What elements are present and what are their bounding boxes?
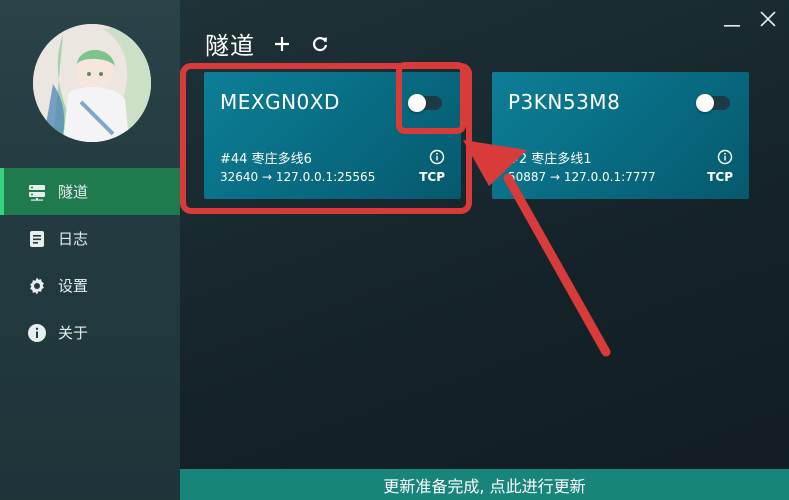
refresh-icon: [312, 36, 328, 51]
sidebar-item-tunnels[interactable]: 隧道: [0, 168, 180, 215]
close-icon: [760, 11, 776, 27]
window-controls: [721, 8, 779, 30]
minimize-icon: [724, 25, 740, 27]
gear-icon: [26, 275, 48, 297]
tunnel-protocol: TCP: [419, 170, 445, 184]
sidebar-item-about[interactable]: 关于: [0, 309, 180, 356]
update-bar-text: 更新准备完成, 点此进行更新: [383, 476, 586, 496]
tunnel-name: MEXGN0XD: [220, 90, 340, 114]
sidebar: 隧道 日志 设置 关于: [0, 0, 180, 500]
add-tunnel-button[interactable]: [271, 33, 293, 55]
update-bar[interactable]: 更新准备完成, 点此进行更新: [180, 469, 789, 500]
avatar[interactable]: [33, 24, 151, 142]
app-window: 隧道 日志 设置 关于 隧道 MEXGN0XD #44 枣庄多线6 32640 …: [0, 0, 789, 500]
tunnel-protocol: TCP: [707, 170, 733, 184]
sidebar-item-settings[interactable]: 设置: [0, 262, 180, 309]
main-panel: 隧道 MEXGN0XD #44 枣庄多线6 32640 → 127.0.0.1:…: [180, 0, 789, 500]
info-icon[interactable]: [429, 149, 445, 165]
sidebar-item-logs[interactable]: 日志: [0, 215, 180, 262]
page-title: 隧道: [205, 32, 255, 60]
refresh-button[interactable]: [309, 33, 331, 55]
toggle-knob: [408, 94, 426, 112]
sidebar-item-label: 设置: [58, 277, 89, 295]
tunnel-id-node: #44 枣庄多线6: [220, 152, 312, 167]
tunnel-toggle[interactable]: [696, 94, 730, 112]
close-button[interactable]: [757, 8, 779, 30]
toggle-knob: [696, 94, 714, 112]
sidebar-item-label: 日志: [58, 230, 89, 248]
minimize-button[interactable]: [721, 8, 743, 30]
server-icon: [26, 181, 48, 203]
page-header: 隧道: [205, 26, 331, 61]
tunnel-card[interactable]: P3KN53M8 #2 枣庄多线1 50887 → 127.0.0.1:7777…: [492, 72, 749, 199]
sidebar-item-label: 隧道: [58, 183, 89, 201]
sidebar-item-label: 关于: [58, 324, 89, 342]
tunnel-mapping: 32640 → 127.0.0.1:25565: [220, 170, 376, 184]
info-icon[interactable]: [717, 149, 733, 165]
tunnel-card[interactable]: MEXGN0XD #44 枣庄多线6 32640 → 127.0.0.1:255…: [204, 72, 461, 199]
tunnel-mapping: 50887 → 127.0.0.1:7777: [508, 170, 656, 184]
info-icon: [26, 322, 48, 344]
tunnel-name: P3KN53M8: [508, 90, 621, 114]
sidebar-nav: 隧道 日志 设置 关于: [0, 168, 180, 356]
avatar-image: [33, 24, 151, 142]
document-icon: [26, 228, 48, 250]
tunnel-toggle[interactable]: [408, 94, 442, 112]
plus-icon: [275, 36, 289, 51]
tunnel-id-node: #2 枣庄多线1: [508, 152, 592, 167]
